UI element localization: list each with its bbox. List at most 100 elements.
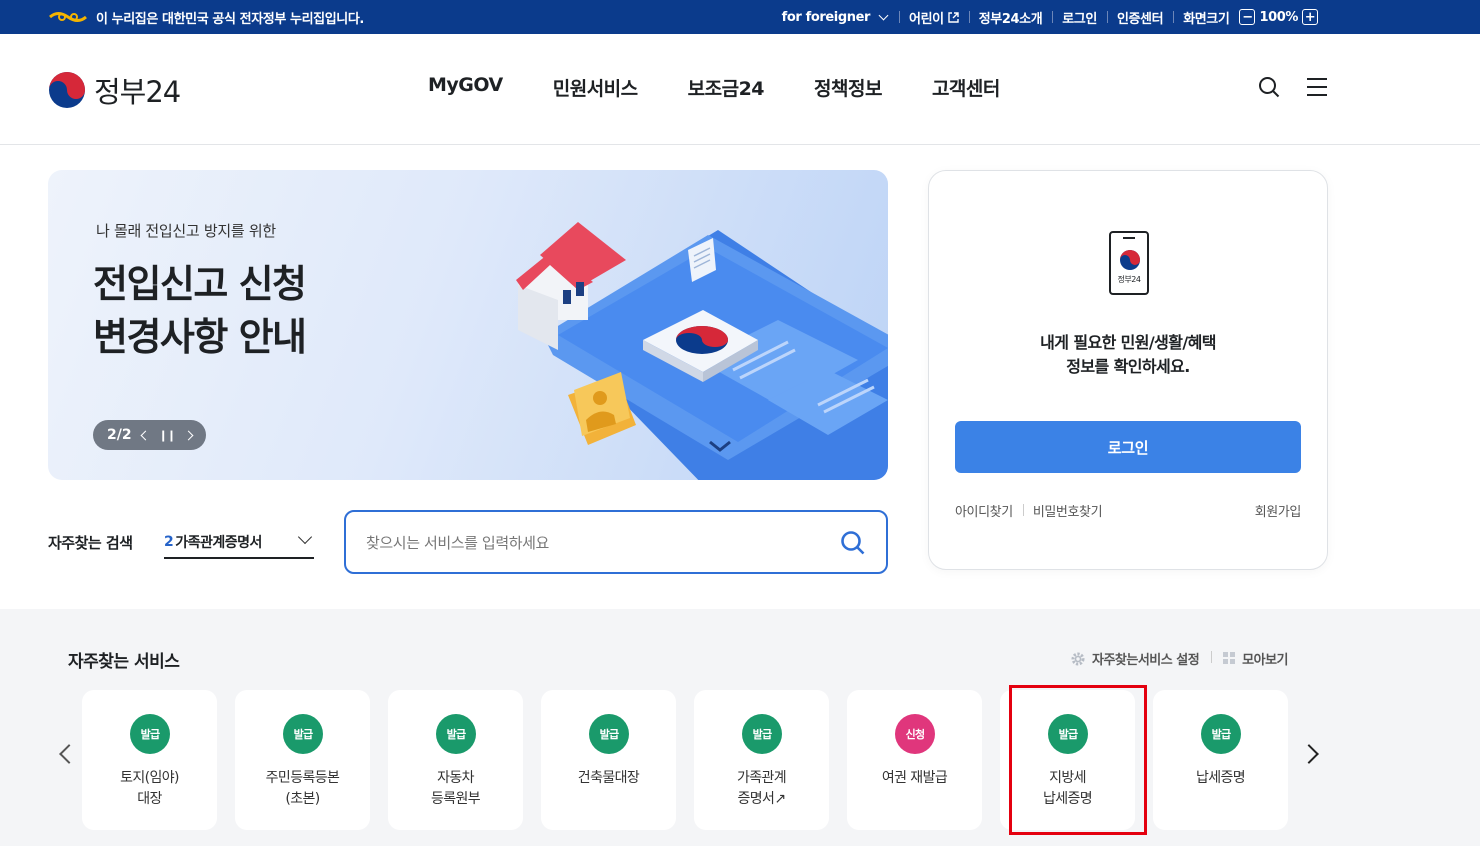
gear-icon [1071, 652, 1085, 665]
zoom-out-button[interactable]: − [1239, 9, 1256, 25]
screen-size-control: 화면크기 − 100% + [1173, 8, 1328, 27]
frequent-services-section: 자주찾는 서비스 자주찾는서비스 설정 모아보기 발급 토지(임야) 대장 발급… [0, 609, 1480, 846]
nav-subsidy24[interactable]: 보조금24 [688, 74, 765, 101]
service-card-label: 납세증명 [1153, 768, 1288, 789]
frequent-search-rank: 2 [164, 533, 174, 550]
banner-title: 전입신고 신청 변경사항 안내 [93, 258, 423, 364]
nav-mygov[interactable]: MyGOV [428, 74, 503, 101]
service-card-label-line2: 증명서↗ [737, 791, 787, 807]
service-card-vehicle-register[interactable]: 발급 자동차 등록원부 [388, 690, 523, 830]
login-button[interactable]: 로그인 [955, 421, 1301, 473]
main-navigation: MyGOV 민원서비스 보조금24 정책정보 고객센터 [428, 74, 1000, 101]
service-card-label-line1: 지방세 [1049, 770, 1086, 786]
service-card-label: 가족관계 증명서↗ [694, 768, 829, 810]
banner-title-line1: 전입신고 신청 [93, 262, 307, 306]
about-link[interactable]: 정부24소개 [968, 8, 1053, 27]
service-card-resident-register[interactable]: 발급 주민등록등본 (초본) [235, 690, 370, 830]
nav-policy-info[interactable]: 정책정보 [814, 74, 882, 101]
frequent-services-tools: 자주찾는서비스 설정 모아보기 [1058, 649, 1288, 668]
frequent-search-select[interactable]: 2 가족관계증명서 [164, 526, 314, 559]
services-settings-label: 자주찾는서비스 설정 [1091, 653, 1200, 668]
services-view-all-button[interactable]: 모아보기 [1211, 649, 1288, 668]
login-message: 내게 필요한 민원/생활/혜택 정보를 확인하세요. [929, 331, 1327, 379]
banner-subtitle: 나 몰래 전입신고 방지를 위한 [96, 222, 276, 240]
service-card-label: 지방세 납세증명 [1000, 768, 1135, 810]
service-card-label-line2: (초본) [285, 791, 320, 807]
nav-civil-services[interactable]: 민원서비스 [553, 74, 638, 101]
service-card-label: 건축물대장 [541, 768, 676, 789]
service-card-label-line1: 토지(임야) [120, 770, 179, 786]
foreigner-label: for foreigner [781, 9, 871, 25]
service-card-family-certificate[interactable]: 발급 가족관계 증명서↗ [694, 690, 829, 830]
main-banner[interactable]: 나 몰래 전입신고 방지를 위한 전입신고 신청 변경사항 안내 2/2 ❙❙ [48, 170, 888, 480]
banner-next-button[interactable] [183, 430, 194, 440]
zoom-value: 100% [1259, 9, 1298, 25]
cert-center-link[interactable]: 인증센터 [1106, 8, 1173, 27]
services-settings-button[interactable]: 자주찾는서비스 설정 [1058, 649, 1211, 668]
zoom-in-button[interactable]: + [1302, 9, 1318, 25]
service-card-label: 주민등록등본 (초본) [235, 768, 370, 810]
issue-badge: 발급 [589, 714, 629, 754]
kids-link[interactable]: 어린이 [899, 8, 969, 27]
screen-size-label: 화면크기 [1183, 11, 1230, 27]
grid-icon [1223, 652, 1236, 664]
service-card-label: 여권 재발급 [847, 768, 982, 789]
external-link-icon [948, 11, 959, 23]
join-link[interactable]: 회원가입 [1255, 501, 1302, 520]
utility-menu: for foreigner 어린이 정부24소개 로그인 인증센터 화면크기 −… [772, 0, 1328, 34]
services-prev-icon[interactable] [59, 744, 79, 764]
chevron-down-icon [878, 10, 889, 20]
phone-notch [1123, 237, 1135, 239]
find-password-link[interactable]: 비밀번호찾기 [1022, 501, 1112, 520]
banner-pause-button[interactable]: ❙❙ [159, 429, 176, 442]
service-card-land-register[interactable]: 발급 토지(임야) 대장 [82, 690, 217, 830]
issue-badge: 발급 [283, 714, 323, 754]
service-card-label-line1: 주민등록등본 [265, 770, 340, 786]
brand-logo-link[interactable]: 정부24 [48, 69, 181, 111]
egov-logo-icon [48, 10, 88, 24]
mobile-phone-icon: 정부24 [1109, 231, 1149, 295]
taegeuk-logo-icon [49, 72, 85, 108]
chevron-down-icon [297, 529, 313, 545]
service-card-list: 발급 토지(임야) 대장 발급 주민등록등본 (초본) 발급 자동차 등록원부 … [82, 690, 1288, 830]
gov-notice: 이 누리집은 대한민국 공식 전자정부 누리집입니다. [48, 0, 364, 34]
kids-label: 어린이 [909, 11, 944, 27]
nav-customer-center[interactable]: 고객센터 [932, 74, 1000, 101]
service-card-passport-reissue[interactable]: 신청 여권 재발급 [847, 690, 982, 830]
service-card-building-register[interactable]: 발급 건축물대장 [541, 690, 676, 830]
frequent-services-title: 자주찾는 서비스 [68, 652, 180, 672]
banner-pager: 2/2 [107, 427, 132, 443]
service-search [344, 510, 888, 574]
search-submit-icon[interactable] [840, 530, 866, 556]
services-view-all-label: 모아보기 [1242, 653, 1288, 668]
service-card-label-line1: 가족관계 [736, 770, 787, 786]
service-card-label-line2: 등록원부 [430, 791, 481, 807]
top-login-link[interactable]: 로그인 [1052, 8, 1107, 27]
service-card-label-line2: 대장 [137, 791, 162, 807]
menu-icon[interactable] [1306, 76, 1328, 98]
banner-phone-illustration [516, 222, 888, 480]
search-icon[interactable] [1258, 76, 1280, 98]
banner-title-line2: 변경사항 안내 [93, 315, 307, 360]
gov-notice-text: 이 누리집은 대한민국 공식 전자정부 누리집입니다. [96, 11, 364, 27]
service-card-label: 토지(임야) 대장 [82, 768, 217, 810]
service-card-local-tax-certificate[interactable]: 발급 지방세 납세증명 [1000, 690, 1135, 830]
service-card-label: 자동차 등록원부 [388, 768, 523, 810]
banner-controls: 2/2 ❙❙ [93, 420, 206, 450]
frequent-search-label: 자주찾는 검색 [48, 534, 133, 552]
foreigner-link[interactable]: for foreigner [772, 10, 899, 25]
services-next-icon[interactable] [1299, 744, 1319, 764]
login-message-line2: 정보를 확인하세요. [1066, 357, 1190, 376]
gov-identity-bar: 이 누리집은 대한민국 공식 전자정부 누리집입니다. for foreigne… [0, 0, 1480, 34]
banner-prev-button[interactable] [140, 430, 151, 440]
service-card-label-line1: 자동차 [437, 770, 474, 786]
login-message-line1: 내게 필요한 민원/생활/혜택 [1040, 333, 1216, 352]
issue-badge: 발급 [1201, 714, 1241, 754]
issue-badge: 발급 [742, 714, 782, 754]
service-card-tax-certificate[interactable]: 발급 납세증명 [1153, 690, 1288, 830]
search-input[interactable] [366, 530, 826, 556]
service-card-label-line1: 여권 재발급 [881, 770, 948, 786]
login-panel: 정부24 내게 필요한 민원/생활/혜택 정보를 확인하세요. 로그인 아이디찾… [928, 170, 1328, 570]
find-id-link[interactable]: 아이디찾기 [955, 501, 1023, 520]
account-links: 아이디찾기 비밀번호찾기 [955, 501, 1112, 520]
